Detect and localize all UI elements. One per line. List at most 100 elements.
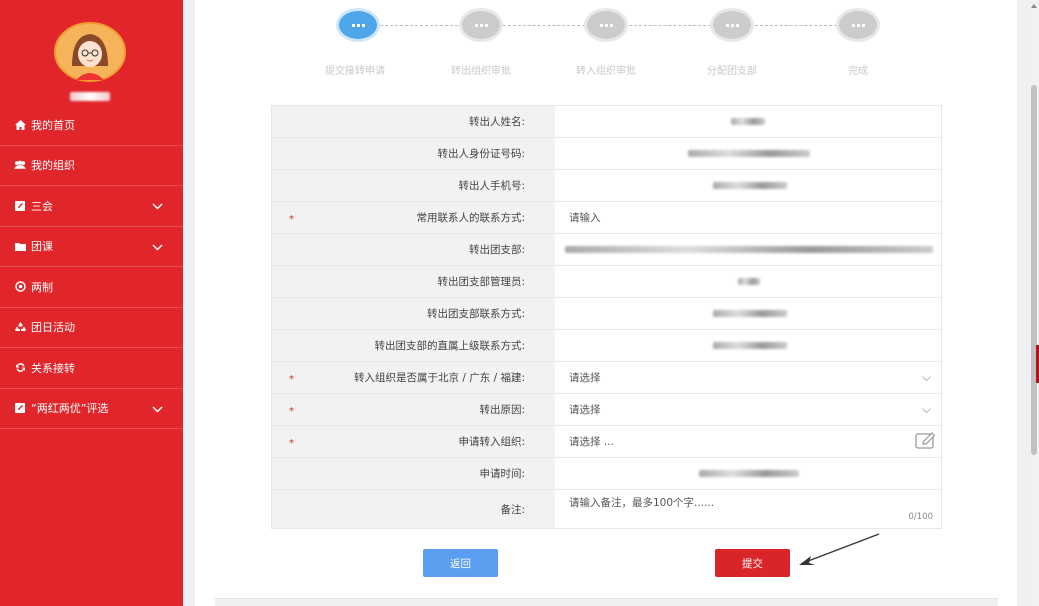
scrollbar-thumb[interactable] [1031, 85, 1037, 455]
field-label: * 转入组织是否属于北京 / 广东 / 福建: [272, 362, 555, 393]
select-placeholder: 请选择 [569, 372, 601, 384]
recycle-icon [14, 321, 26, 333]
sidebar-item-label: 我的组织 [31, 159, 75, 173]
edit-icon[interactable] [915, 432, 937, 453]
required-mark: * [289, 406, 294, 417]
redacted-value [565, 246, 933, 253]
sidebar-item-lianghong[interactable]: “两红两优”评选 [0, 389, 183, 429]
refresh-icon [14, 362, 26, 374]
target-org-picker[interactable]: 请选择 ... [555, 426, 941, 457]
edit-square-icon [14, 200, 26, 212]
required-mark: * [289, 374, 294, 385]
field-label: 备注: [272, 490, 555, 528]
step-label: 转入组织审批 [576, 66, 636, 77]
form-row-remark: 备注: 请输入备注，最多100个字...... 0/100 [272, 490, 941, 528]
picker-placeholder: 请选择 ... [569, 436, 614, 448]
redacted-value [731, 118, 765, 125]
phone-value [555, 170, 941, 201]
more-dots-icon [599, 23, 613, 27]
submit-button[interactable]: 提交 [715, 549, 790, 577]
region-select[interactable]: 请选择 [555, 362, 941, 393]
remark-textarea[interactable]: 请输入备注，最多100个字...... 0/100 [555, 490, 941, 528]
form-row-id-number: 转出人身份证号码: [272, 138, 941, 170]
sidebar-item-label: 三会 [31, 199, 53, 213]
contact-input[interactable]: 请输入 [555, 202, 941, 233]
sidebar-item-label: “两红两优”评选 [31, 402, 109, 416]
required-mark: * [289, 214, 294, 225]
sidebar-item-guanxi[interactable]: 关系接转 [0, 348, 183, 389]
form-row-reason: * 转出原因: 请选择 [272, 394, 941, 426]
step-2-indicator [459, 8, 503, 42]
field-label-text: 转出团支部管理员: [437, 276, 525, 288]
redacted-value [699, 470, 799, 477]
more-dots-icon [725, 23, 739, 27]
sidebar-item-label: 团日活动 [31, 321, 75, 335]
sidebar-item-sanhui[interactable]: 三会 [0, 186, 183, 227]
target-icon [14, 281, 26, 293]
redacted-value [713, 182, 787, 189]
sidebar: 我的首页 我的组织 三会 团课 两制 团日活动 关系接转 “两红两优”评选 [0, 0, 183, 606]
step-1-indicator [336, 8, 380, 42]
transfer-form: 转出人姓名: 转出人身份证号码: 转出人手机号: * 常用联系人的联系方式: 请输… [271, 105, 942, 529]
sidebar-item-label: 团课 [31, 240, 53, 254]
branch-contact-value [555, 298, 941, 329]
form-row-region: * 转入组织是否属于北京 / 广东 / 福建: 请选择 [272, 362, 941, 394]
users-icon [14, 159, 26, 171]
field-label: 转出人手机号: [272, 170, 555, 201]
scroll-up-icon[interactable] [1030, 2, 1038, 10]
field-label: * 常用联系人的联系方式: [272, 202, 555, 233]
avatar[interactable] [54, 22, 126, 82]
step-5-indicator [836, 8, 880, 42]
step-connector [629, 25, 711, 26]
more-dots-icon [851, 23, 865, 27]
form-row-phone: 转出人手机号: [272, 170, 941, 202]
form-row-apply-time: 申请时间: [272, 458, 941, 490]
redacted-value [713, 310, 787, 317]
chevron-down-icon [152, 403, 163, 416]
chevron-down-icon [922, 373, 931, 385]
field-label-text: 转出团支部的直属上级联系方式: [374, 340, 525, 352]
page-gutter-right [1017, 0, 1029, 606]
form-row-branch-admin: 转出团支部管理员: [272, 266, 941, 298]
sidebar-item-home[interactable]: 我的首页 [0, 105, 183, 146]
branch-value [555, 234, 941, 265]
step-label: 分配团支部 [707, 66, 757, 77]
folder-icon [14, 240, 26, 252]
step-connector [755, 25, 837, 26]
sidebar-item-tuanri[interactable]: 团日活动 [0, 308, 183, 348]
field-label: 转出团支部联系方式: [272, 298, 555, 329]
more-dots-icon [351, 23, 365, 27]
branch-admin-value [555, 266, 941, 297]
select-placeholder: 请选择 [569, 404, 601, 416]
form-row-superior-contact: 转出团支部的直属上级联系方式: [272, 330, 941, 362]
id-number-value [555, 138, 941, 169]
more-dots-icon [474, 23, 488, 27]
sidebar-item-label: 我的首页 [31, 118, 75, 132]
step-label: 提交接转申请 [325, 66, 385, 77]
field-label-text: 转出原因: [479, 404, 525, 416]
sidebar-item-liangzhi[interactable]: 两制 [0, 267, 183, 308]
field-label: 转出人身份证号码: [272, 138, 555, 169]
chevron-down-icon [152, 241, 163, 254]
avatar-icon [54, 22, 126, 82]
back-button[interactable]: 返回 [423, 549, 498, 577]
home-icon [14, 119, 26, 131]
form-row-branch-contact: 转出团支部联系方式: [272, 298, 941, 330]
step-label: 完成 [848, 66, 868, 77]
chevron-down-icon [152, 200, 163, 213]
annotation-arrow-icon [799, 533, 880, 565]
field-label-text: 常用联系人的联系方式: [416, 212, 525, 224]
sidebar-item-label: 关系接转 [31, 361, 75, 375]
textarea-placeholder: 请输入备注，最多100个字...... [569, 497, 715, 509]
sidebar-item-my-org[interactable]: 我的组织 [0, 146, 183, 186]
sidebar-nav: 我的首页 我的组织 三会 团课 两制 团日活动 关系接转 “两红两优”评选 [0, 105, 183, 429]
username-redacted [70, 92, 110, 101]
required-mark: * [289, 438, 294, 449]
field-label-text: 申请转入组织: [458, 436, 525, 448]
field-label-text: 转出团支部联系方式: [426, 308, 525, 320]
field-label: 转出团支部的直属上级联系方式: [272, 330, 555, 361]
redacted-value [738, 278, 760, 285]
reason-select[interactable]: 请选择 [555, 394, 941, 425]
sidebar-item-tuanke[interactable]: 团课 [0, 227, 183, 267]
field-label: * 转出原因: [272, 394, 555, 425]
